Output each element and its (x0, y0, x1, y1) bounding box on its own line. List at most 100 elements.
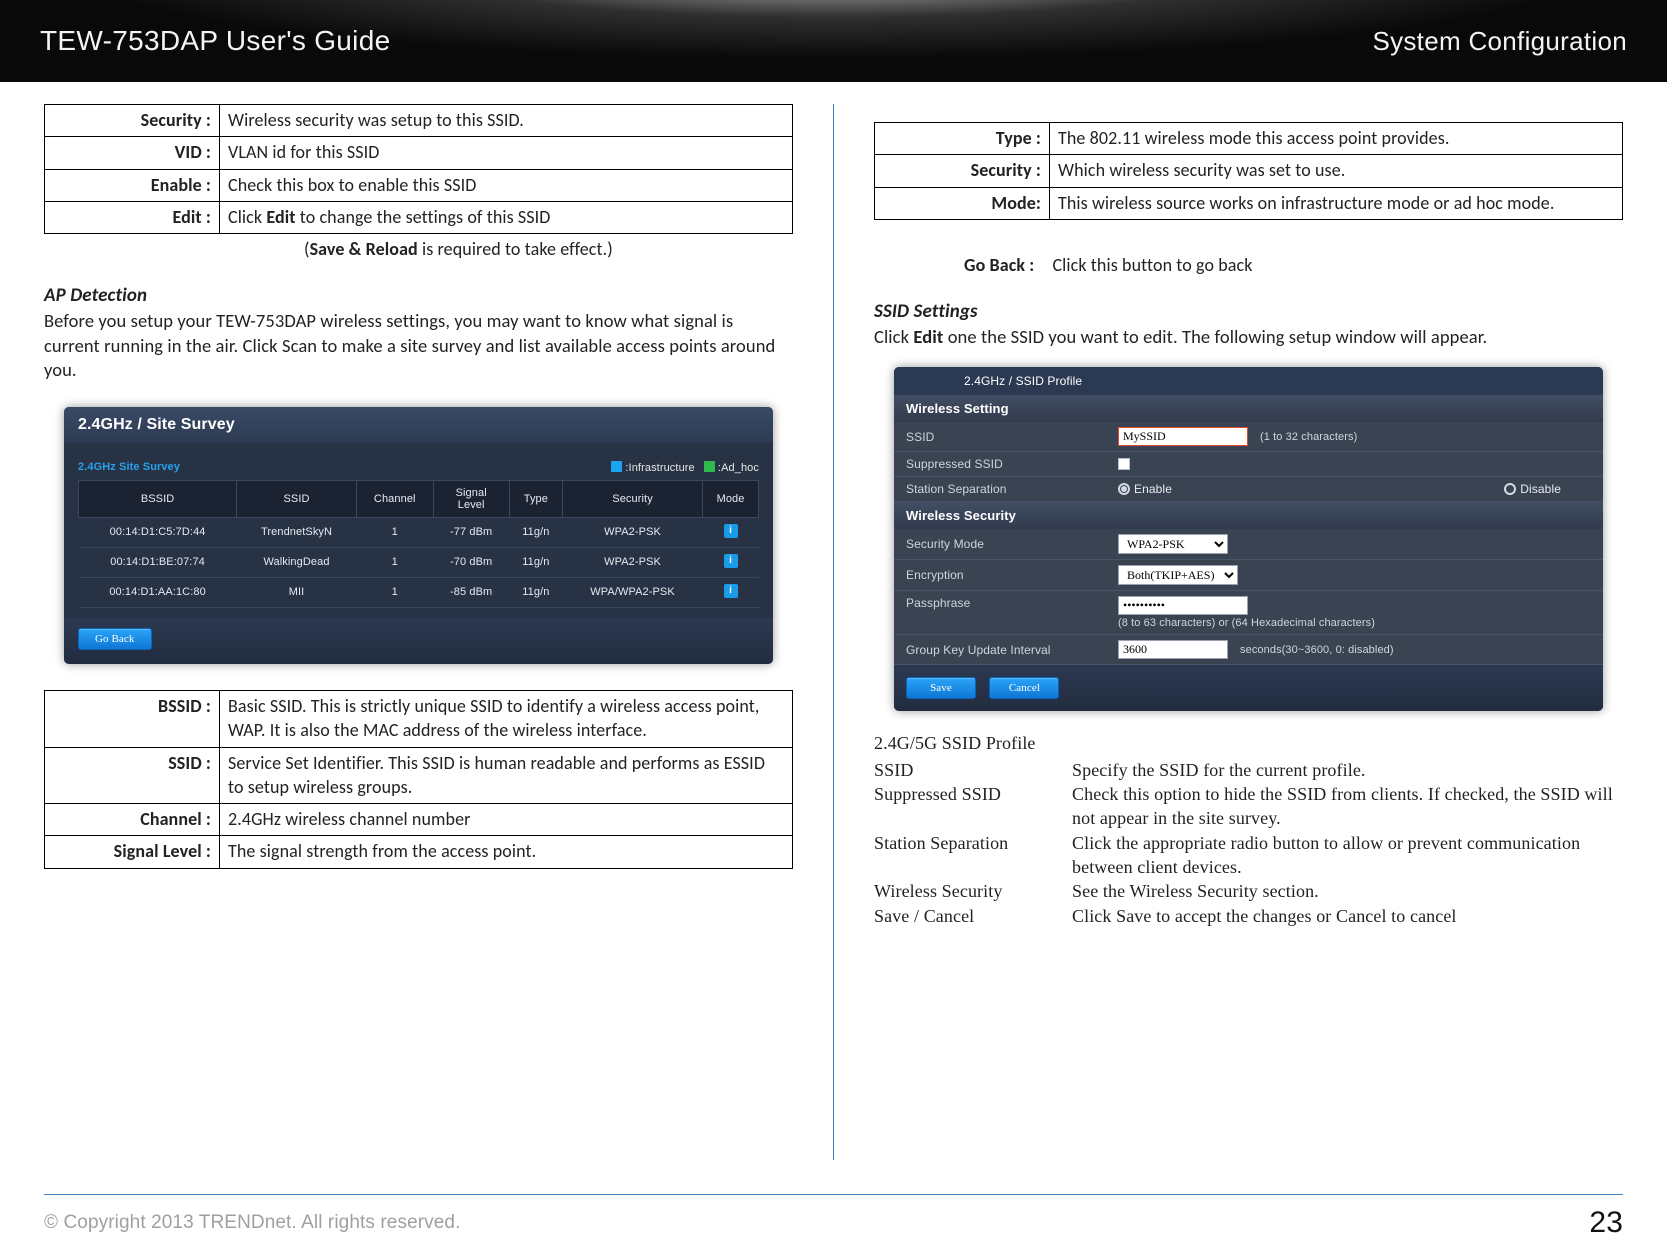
def-key: Enable : (45, 169, 220, 201)
suppressed-ssid-checkbox[interactable] (1118, 458, 1130, 470)
survey-cell: WPA2-PSK (563, 547, 703, 577)
station-disable-text: Disable (1520, 482, 1561, 496)
row-suppressed-ssid: Suppressed SSID (894, 452, 1603, 477)
paragraph-ap-detection: Before you setup your TEW-753DAP wireles… (44, 309, 793, 383)
def-value: This wireless source works on infrastruc… (1050, 187, 1623, 219)
ssid-profile-screenshot: 2.4GHz / SSID Profile Wireless Setting S… (894, 367, 1603, 711)
survey-cell: 1 (356, 547, 433, 577)
def-row: Security :Wireless security was setup to… (45, 105, 793, 137)
encryption-label: Encryption (906, 568, 1106, 582)
def-key: SSID : (45, 747, 220, 804)
survey-column-header: SignalLevel (433, 480, 509, 517)
save-reload-note: (Save & Reload is required to take effec… (44, 238, 793, 260)
def-value: Which wireless security was set to use. (1050, 155, 1623, 187)
station-enable-option[interactable]: Enable (1118, 482, 1172, 496)
right-column: Type :The 802.11 wireless mode this acce… (874, 104, 1623, 1160)
ssid-fields-table-a: Security :Wireless security was setup to… (44, 104, 793, 234)
heading-ap-detection: AP Detection (44, 284, 793, 307)
row-station-separation: Station Separation Enable Disable (894, 477, 1603, 502)
site-survey-meta: 2.4GHz Site Survey :Infrastructure :Ad_h… (64, 443, 773, 480)
page-number: 23 (1589, 1206, 1623, 1240)
def-value: Service Set Identifier. This SSID is hum… (220, 747, 793, 804)
def-value: Click Edit to change the settings of thi… (220, 201, 793, 233)
passphrase-input[interactable] (1118, 596, 1248, 615)
ssid-label: SSID (906, 430, 1106, 444)
paragraph-ssid-settings: Click Edit one the SSID you want to edit… (874, 325, 1623, 350)
column-divider (833, 104, 834, 1160)
document-header: TEW-753DAP User's Guide System Configura… (0, 0, 1667, 82)
site-survey-table: BSSIDSSIDChannelSignalLevelTypeSecurityM… (78, 480, 759, 608)
survey-cell: -77 dBm (433, 517, 509, 547)
legend-key: Save / Cancel (874, 904, 1072, 928)
type-security-mode-table: Type :The 802.11 wireless mode this acce… (874, 122, 1623, 220)
site-survey-title: 2.4GHz / Site Survey (64, 407, 773, 443)
go-back-description: Go Back : Click this button to go back (964, 254, 1623, 276)
def-key: Signal Level : (45, 836, 220, 868)
survey-column-header: Type (509, 480, 562, 517)
def-value: VLAN id for this SSID (220, 137, 793, 169)
def-key: Security : (875, 155, 1050, 187)
legend-value: Click Save to accept the changes or Canc… (1072, 904, 1623, 928)
save-button[interactable]: Save (906, 677, 976, 699)
legend-row: Wireless SecuritySee the Wireless Securi… (874, 879, 1623, 903)
survey-cell: 11g/n (509, 517, 562, 547)
ssid-profile-legend: 2.4G/5G SSID Profile SSIDSpecify the SSI… (874, 731, 1623, 927)
def-value: Check this box to enable this SSID (220, 169, 793, 201)
def-value: Wireless security was setup to this SSID… (220, 105, 793, 137)
go-back-text: Click this button to go back (1052, 254, 1252, 276)
station-disable-option[interactable]: Disable (1504, 482, 1561, 496)
def-value: 2.4GHz wireless channel number (220, 804, 793, 836)
station-separation-label: Station Separation (906, 482, 1106, 496)
section-title: System Configuration (1372, 26, 1627, 57)
legend-key: Suppressed SSID (874, 782, 1072, 831)
legend-value: Specify the SSID for the current profile… (1072, 758, 1623, 782)
survey-cell: 11g/n (509, 547, 562, 577)
def-row: Security :Which wireless security was se… (875, 155, 1623, 187)
suppressed-ssid-label: Suppressed SSID (906, 457, 1106, 471)
survey-cell: 00:14:D1:AA:1C:80 (79, 577, 237, 607)
def-row: Channel :2.4GHz wireless channel number (45, 804, 793, 836)
survey-cell: 11g/n (509, 577, 562, 607)
def-value: Basic SSID. This is strictly unique SSID… (220, 690, 793, 747)
security-mode-label: Security Mode (906, 537, 1106, 551)
table-a-body: Security :Wireless security was setup to… (45, 105, 793, 234)
ssid-input[interactable] (1118, 427, 1248, 446)
row-encryption: Encryption Both(TKIP+AES) (894, 560, 1603, 591)
survey-body: 00:14:D1:C5:7D:44TrendnetSkyN1-77 dBm11g… (79, 517, 759, 607)
survey-cell: -85 dBm (433, 577, 509, 607)
def-row: Edit :Click Edit to change the settings … (45, 201, 793, 233)
def-row: BSSID :Basic SSID. This is strictly uniq… (45, 690, 793, 747)
def-row: VID :VLAN id for this SSID (45, 137, 793, 169)
survey-cell: MII (237, 577, 357, 607)
cancel-button[interactable]: Cancel (989, 677, 1059, 699)
go-back-button[interactable]: Go Back (78, 628, 152, 650)
encryption-select[interactable]: Both(TKIP+AES) (1118, 565, 1238, 585)
passphrase-label: Passphrase (906, 596, 1106, 610)
survey-cell (703, 517, 759, 547)
row-passphrase: Passphrase (8 to 63 characters) or (64 H… (894, 591, 1603, 635)
table-c-body: Type :The 802.11 wireless mode this acce… (875, 123, 1623, 220)
group-key-input[interactable] (1118, 640, 1228, 659)
station-enable-text: Enable (1134, 482, 1172, 496)
survey-cell: 00:14:D1:BE:07:74 (79, 547, 237, 577)
site-survey-screenshot: 2.4GHz / Site Survey 2.4GHz Site Survey … (64, 407, 773, 664)
legend-key: Wireless Security (874, 879, 1072, 903)
infrastructure-mode-icon (724, 554, 738, 568)
survey-cell (703, 577, 759, 607)
radio-enable-icon (1118, 483, 1130, 495)
site-survey-footer: Go Back (64, 618, 773, 664)
group-key-help: seconds(30~3600, 0: disabled) (1240, 644, 1394, 656)
legend-row: Save / CancelClick Save to accept the ch… (874, 904, 1623, 928)
survey-fields-table-b: BSSID :Basic SSID. This is strictly uniq… (44, 690, 793, 869)
survey-cell (703, 547, 759, 577)
page-body: Security : Wireless security was setup to… (0, 82, 1667, 1160)
legend-rows: SSIDSpecify the SSID for the current pro… (874, 758, 1623, 928)
security-mode-select[interactable]: WPA2-PSK (1118, 534, 1228, 554)
table-b-body: BSSID :Basic SSID. This is strictly uniq… (45, 690, 793, 868)
profile-footer: Save Cancel (894, 665, 1603, 711)
legend-value: Check this option to hide the SSID from … (1072, 782, 1623, 831)
survey-cell: TrendnetSkyN (237, 517, 357, 547)
survey-cell: WPA2-PSK (563, 517, 703, 547)
passphrase-help: (8 to 63 characters) or (64 Hexadecimal … (1118, 617, 1375, 629)
left-column: Security :Wireless security was setup to… (44, 104, 793, 1160)
